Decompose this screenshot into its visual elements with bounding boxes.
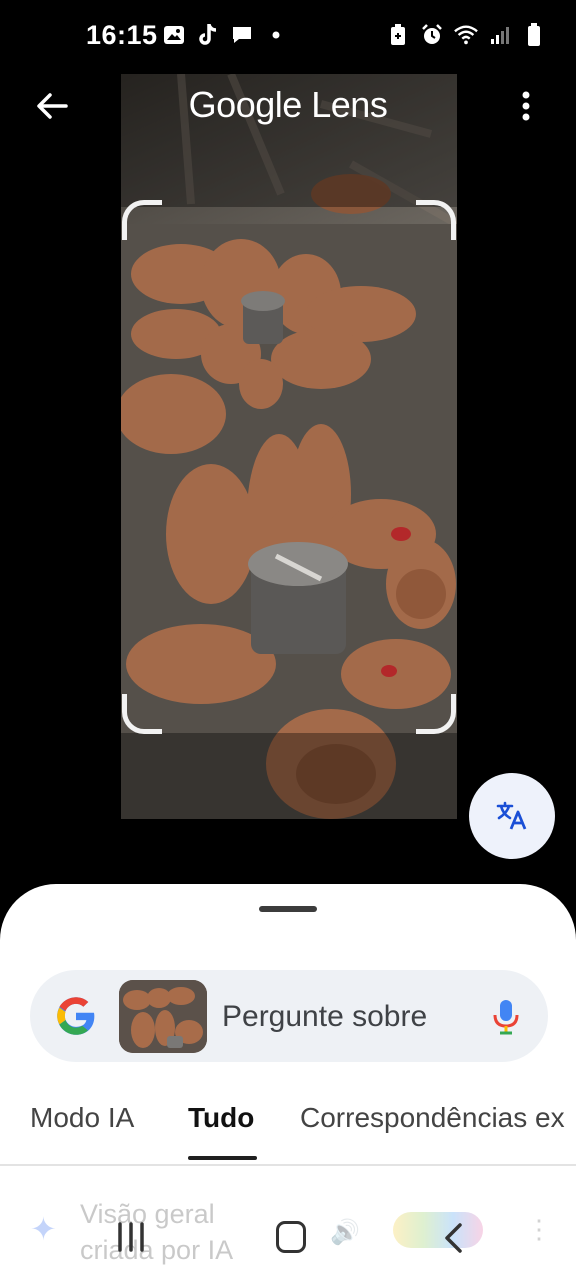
battery-saver-icon xyxy=(386,22,410,48)
results-tabs: Modo IA Tudo Correspondências ex xyxy=(0,1098,576,1168)
system-nav-bar xyxy=(0,1200,576,1280)
active-tab-indicator xyxy=(188,1156,257,1160)
battery-icon xyxy=(522,22,546,48)
google-g-icon xyxy=(57,997,95,1035)
search-bar[interactable]: Pergunte sobre xyxy=(30,970,548,1062)
crop-handle-top-left[interactable] xyxy=(122,200,162,240)
mic-icon[interactable] xyxy=(492,998,520,1036)
app-title: Google Lens xyxy=(188,84,388,125)
system-icons xyxy=(386,22,546,48)
tab-tudo[interactable]: Tudo xyxy=(188,1102,254,1134)
more-options-button[interactable] xyxy=(506,84,546,128)
home-icon[interactable] xyxy=(276,1221,306,1253)
more-vert-icon xyxy=(522,91,530,121)
chat-icon xyxy=(230,22,254,48)
crop-handle-bottom-left[interactable] xyxy=(122,694,162,734)
tiktok-icon xyxy=(196,22,220,48)
status-bar: 16:15 xyxy=(0,0,576,72)
status-time: 16:15 xyxy=(86,20,158,50)
gallery-icon xyxy=(162,22,186,48)
wifi-icon xyxy=(454,22,478,48)
notification-icons xyxy=(162,22,288,48)
translate-button[interactable] xyxy=(469,773,555,859)
search-query-label[interactable]: Pergunte sobre xyxy=(222,1000,427,1034)
nav-back-icon[interactable] xyxy=(442,1222,466,1254)
sheet-drag-handle[interactable] xyxy=(259,906,317,912)
translate-icon xyxy=(496,801,527,830)
dot-icon xyxy=(264,22,288,48)
crop-handle-top-right[interactable] xyxy=(416,200,456,240)
recent-apps-icon[interactable] xyxy=(116,1222,146,1252)
tab-modo-ia[interactable]: Modo IA xyxy=(30,1102,134,1134)
photo-dim-overlay-bottom xyxy=(121,733,457,819)
thumbnail-illustration xyxy=(119,980,207,1053)
lens-screen: 16:15 Google Lens Pergunte sobre Modo IA… xyxy=(0,0,576,1280)
tabs-divider xyxy=(0,1164,576,1166)
search-image-thumbnail[interactable] xyxy=(119,980,207,1053)
tab-correspondencias[interactable]: Correspondências ex xyxy=(300,1102,565,1134)
alarm-icon xyxy=(420,22,444,48)
signal-icon xyxy=(488,22,512,48)
